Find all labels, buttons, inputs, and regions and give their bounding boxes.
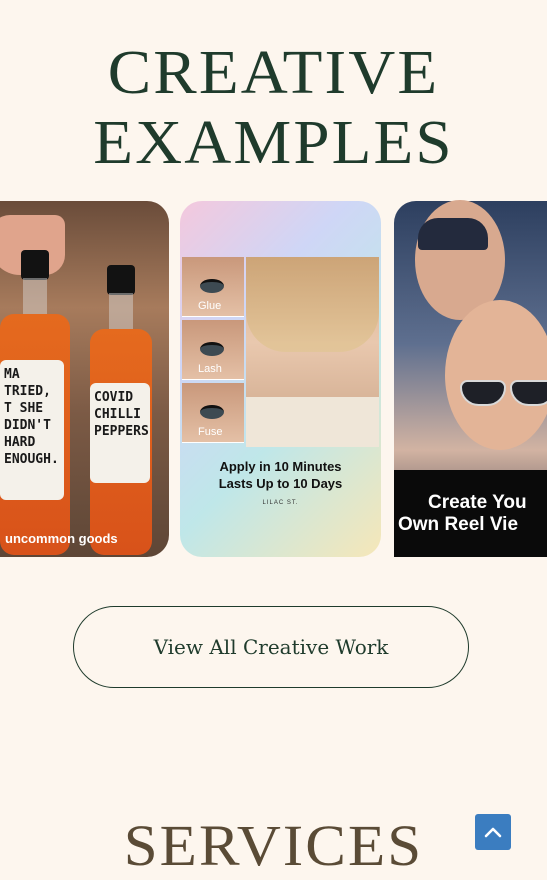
creative-examples-title-line2: EXAMPLES — [93, 109, 454, 177]
services-title: SERVICES — [123, 813, 424, 878]
person-image — [445, 300, 547, 450]
card-brand-uncommon-goods: uncommon goods — [5, 531, 118, 546]
model-image — [246, 257, 379, 447]
chevron-up-icon — [484, 827, 502, 838]
bottle-image: COVID CHILLI PEPPERS — [90, 265, 152, 555]
eye-steps: Glue Lash Fuse — [182, 257, 244, 447]
eye-step-label: Glue — [198, 300, 222, 312]
bottle-label: COVID CHILLI PEPPERS — [90, 383, 150, 483]
reel-caption-line2: Own Reel Vie — [398, 514, 519, 535]
reel-caption-line1: Create You — [428, 492, 527, 513]
view-all-creative-work-button[interactable]: View All Creative Work — [73, 606, 469, 688]
promo-line2: Lasts Up to 10 Days — [218, 476, 343, 491]
eye-step: Fuse — [182, 383, 244, 443]
promo-line1: Apply in 10 Minutes — [219, 459, 342, 474]
creative-examples-title-line1: CREATIVE — [107, 39, 440, 107]
eye-step-label: Fuse — [198, 426, 223, 438]
eye-step: Glue — [182, 257, 244, 317]
eye-step: Lash — [182, 320, 244, 380]
back-to-top-button[interactable] — [475, 814, 511, 850]
bottle-image: MA TRIED, T SHE DIDN'T HARD ENOUGH. — [0, 250, 70, 555]
cap-image — [418, 218, 488, 250]
eye-step-label: Lash — [198, 363, 222, 375]
card-brand-lilac-st: LILAC ST. — [262, 500, 299, 506]
bottle-label: MA TRIED, T SHE DIDN'T HARD ENOUGH. — [0, 360, 64, 500]
